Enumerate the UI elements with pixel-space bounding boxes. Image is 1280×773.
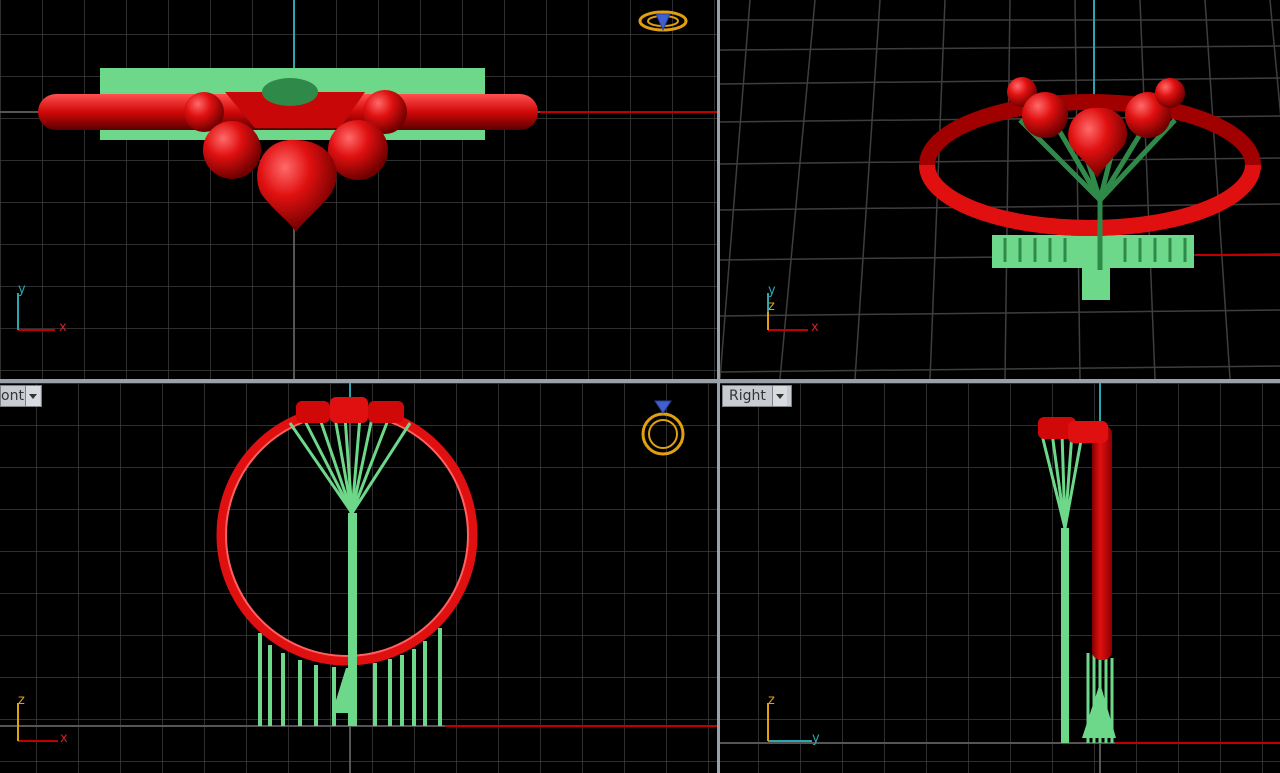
viewport-divider-horizontal[interactable] (0, 379, 1280, 383)
viewport-tab-right[interactable]: Right (722, 385, 792, 407)
axis-label-y: y (768, 283, 776, 298)
axis-label-z: z (768, 693, 775, 708)
center-cone (262, 78, 318, 106)
ring-band-side (1092, 425, 1112, 660)
chevron-down-icon[interactable] (25, 386, 40, 406)
axis-label-z: z (768, 299, 775, 314)
viewport-front[interactable]: ont x z (0, 383, 717, 773)
stone-left (1022, 92, 1068, 138)
axis-label-x: x (60, 731, 68, 746)
setting-top-right (1068, 421, 1108, 443)
axis-label-y: y (812, 731, 820, 746)
stone-right (328, 120, 388, 180)
viewport-tab-front[interactable]: ont (0, 385, 42, 407)
viewport-right[interactable]: Right y z (720, 383, 1280, 773)
support-main-stem (1061, 528, 1069, 743)
setting-right (368, 401, 404, 423)
viewport-tab-label: ont (1, 388, 24, 404)
setting-center (330, 397, 368, 423)
perspective-view-canvas[interactable] (720, 0, 1280, 379)
right-view-canvas[interactable] (720, 383, 1280, 773)
support-main-stem (348, 513, 357, 726)
viewport-divider-vertical[interactable] (717, 0, 720, 773)
support-stem-block (1082, 258, 1110, 300)
axis-label-x: x (59, 320, 67, 335)
chevron-down-icon[interactable] (771, 386, 787, 406)
viewport-top[interactable]: x y (0, 0, 717, 379)
perspective-grid (720, 0, 1280, 379)
axis-label-z: z (18, 693, 25, 708)
front-view-canvas[interactable] (0, 383, 717, 773)
stone-left (203, 121, 261, 179)
setting-left (296, 401, 330, 423)
top-view-canvas[interactable] (0, 0, 717, 379)
axis-label-x: x (811, 320, 819, 335)
axis-label-y: y (18, 282, 26, 297)
stone-far-right (1155, 78, 1185, 108)
viewport-perspective[interactable]: x y z (720, 0, 1280, 379)
viewport-tab-label: Right (729, 388, 766, 404)
